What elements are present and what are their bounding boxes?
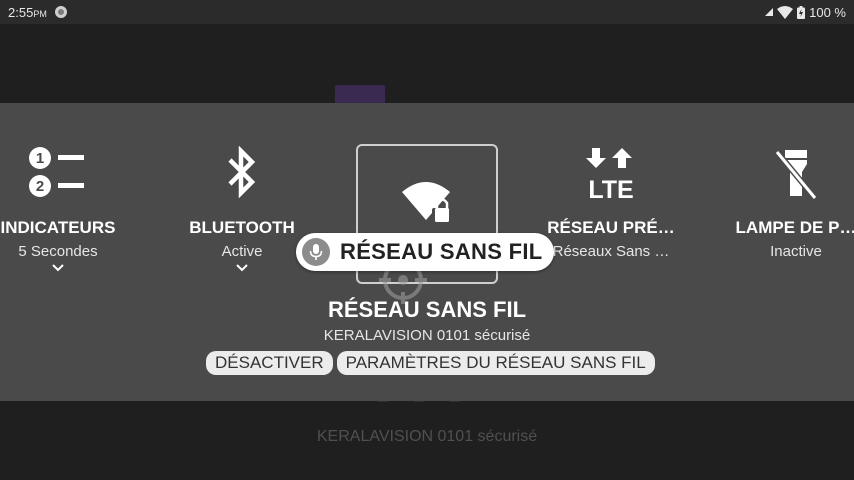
focused-tile-subtitle: KERALAVISION 0101 sécurisé — [323, 327, 531, 344]
quick-settings-panel: 1 2 INDICATEURS 5 Secondes BLUETOOTH Act… — [0, 103, 854, 401]
tile-title: LAMPE DE P… — [735, 218, 854, 237]
svg-text:1: 1 — [36, 150, 44, 167]
voice-command-label[interactable]: RÉSEAU SANS FIL — [296, 233, 554, 271]
focused-tile-actions: DÉSACTIVER PARAMÈTRES DU RÉSEAU SANS FIL — [206, 351, 655, 375]
battery-icon — [797, 5, 806, 19]
tile-subtitle: 5 Secondes — [18, 243, 98, 260]
battery-percent: 100 % — [809, 4, 846, 20]
tile-subtitle: Inactive — [770, 243, 822, 260]
tile-title: RÉSEAU PRÉ… — [547, 218, 675, 237]
voice-command-text: RÉSEAU SANS FIL — [340, 239, 543, 264]
svg-text:2: 2 — [36, 178, 44, 195]
tile-reseau-prefere[interactable]: LTE RÉSEAU PRÉ… Réseaux Sans … — [531, 103, 691, 260]
chevron-down-icon[interactable] — [235, 263, 249, 273]
tile-subtitle: Réseaux Sans … — [552, 243, 670, 260]
tile-indicateurs[interactable]: 1 2 INDICATEURS 5 Secondes — [0, 103, 138, 273]
svg-text:LTE: LTE — [588, 176, 633, 200]
chevron-down-icon[interactable] — [51, 263, 65, 273]
wifi-icon — [777, 5, 794, 19]
flashlight-off-icon — [774, 150, 818, 200]
mic-icon — [302, 238, 330, 266]
data-saver-icon — [54, 6, 67, 18]
numbered-list-icon: 1 2 — [29, 147, 84, 197]
disable-button[interactable]: DÉSACTIVER — [206, 351, 333, 375]
app-logo — [335, 85, 385, 105]
tile-title: INDICATEURS — [0, 218, 116, 237]
background-network-text: KERALAVISION 0101 sécurisé — [316, 428, 538, 445]
tile-lampe-de-poche[interactable]: LAMPE DE P… Inactive — [716, 103, 854, 260]
lte-icon: LTE — [586, 148, 634, 200]
status-bar: 2:55PM 100 % — [0, 0, 854, 24]
bluetooth-icon — [228, 146, 256, 199]
tile-title: BLUETOOTH — [189, 218, 295, 237]
signal-icon — [765, 8, 774, 16]
clock: 2:55PM — [8, 4, 47, 20]
wifi-locked-icon — [402, 182, 452, 224]
wifi-settings-button[interactable]: PARAMÈTRES DU RÉSEAU SANS FIL — [336, 351, 655, 375]
focused-tile-title: RÉSEAU SANS FIL — [327, 297, 527, 322]
